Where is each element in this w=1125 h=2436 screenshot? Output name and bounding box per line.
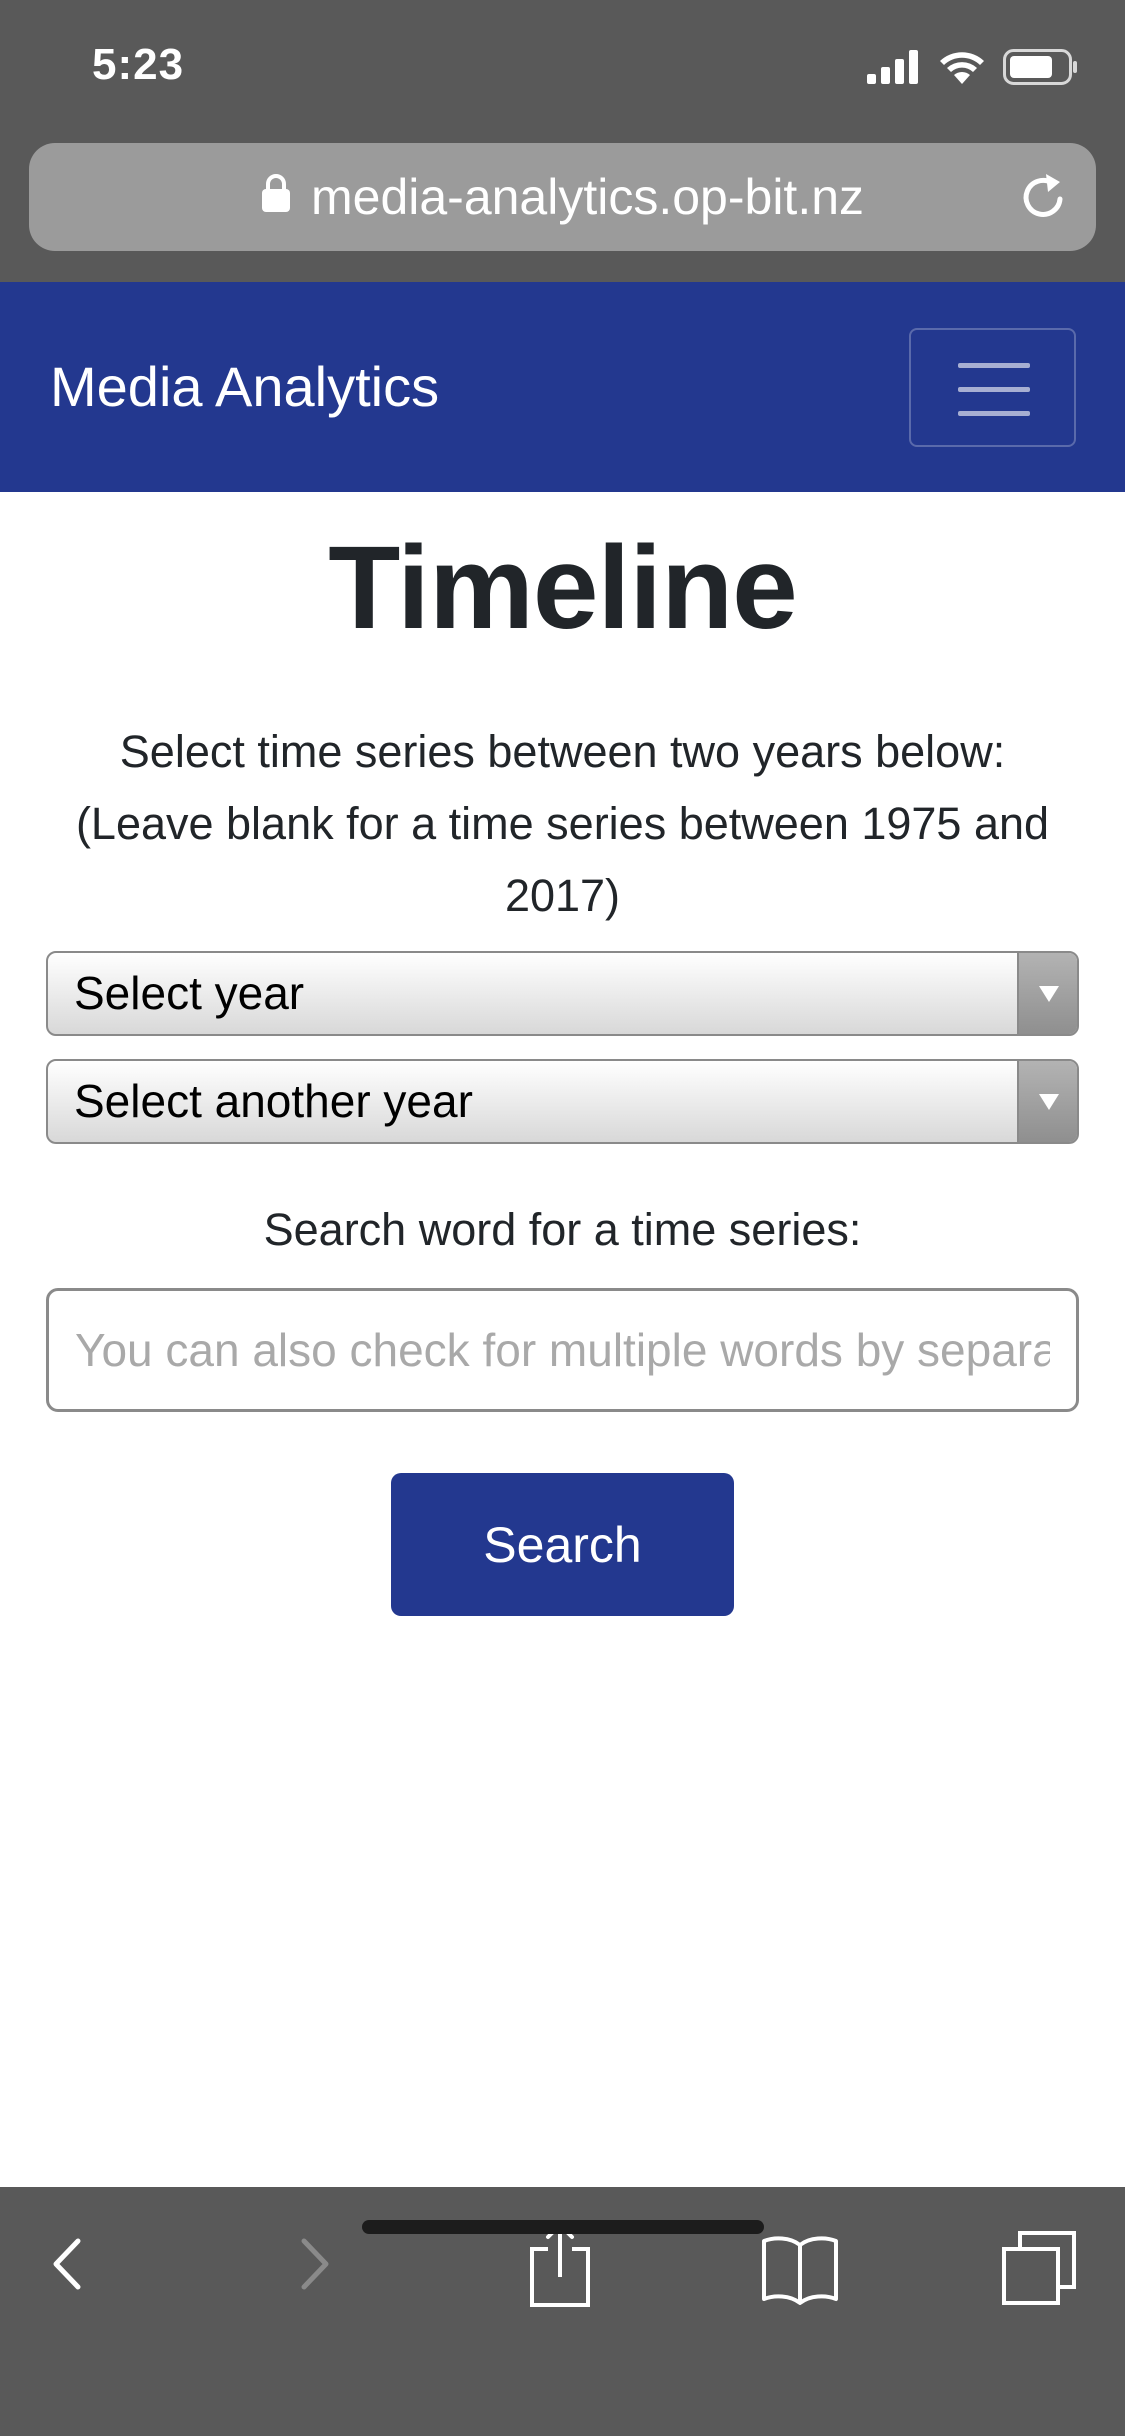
reload-icon[interactable] [1016, 169, 1072, 225]
tabs-icon[interactable] [1000, 2229, 1078, 2312]
wifi-icon [939, 50, 985, 89]
search-button[interactable]: Search [391, 1473, 734, 1616]
chevron-down-icon [1017, 1061, 1077, 1142]
chevron-down-icon [1017, 953, 1077, 1034]
search-input[interactable] [46, 1288, 1079, 1412]
signal-icon [867, 49, 921, 89]
search-label: Search word for a time series: [263, 1204, 862, 1255]
url-bar[interactable]: media-analytics.op-bit.nz [29, 143, 1096, 251]
bookmarks-icon[interactable] [760, 2233, 840, 2310]
page-title: Timeline [328, 522, 798, 654]
instructions-text: Select time series between two years bel… [75, 726, 1050, 921]
battery-icon [1003, 48, 1079, 90]
status-icons [867, 48, 1079, 90]
site-navbar: Media Analytics [0, 282, 1125, 492]
home-indicator [362, 2220, 764, 2234]
end-year-select-value: Select another year [74, 1075, 473, 1127]
end-year-select[interactable]: Select another year [46, 1059, 1079, 1144]
status-time: 5:23 [92, 40, 185, 89]
lock-icon [261, 173, 291, 218]
back-icon[interactable] [46, 2229, 86, 2304]
navbar-toggler-button[interactable] [909, 328, 1076, 447]
start-year-select-value: Select year [74, 967, 305, 1019]
browser-top-chrome: 5:23 media-analytics.op-bit.nz [0, 0, 1125, 282]
hamburger-icon [958, 363, 1030, 368]
start-year-select[interactable]: Select year [46, 951, 1079, 1036]
navbar-brand[interactable]: Media Analytics [50, 282, 439, 492]
share-icon[interactable] [528, 2221, 592, 2312]
forward-icon[interactable] [296, 2229, 336, 2304]
url-text: media-analytics.op-bit.nz [310, 169, 865, 225]
